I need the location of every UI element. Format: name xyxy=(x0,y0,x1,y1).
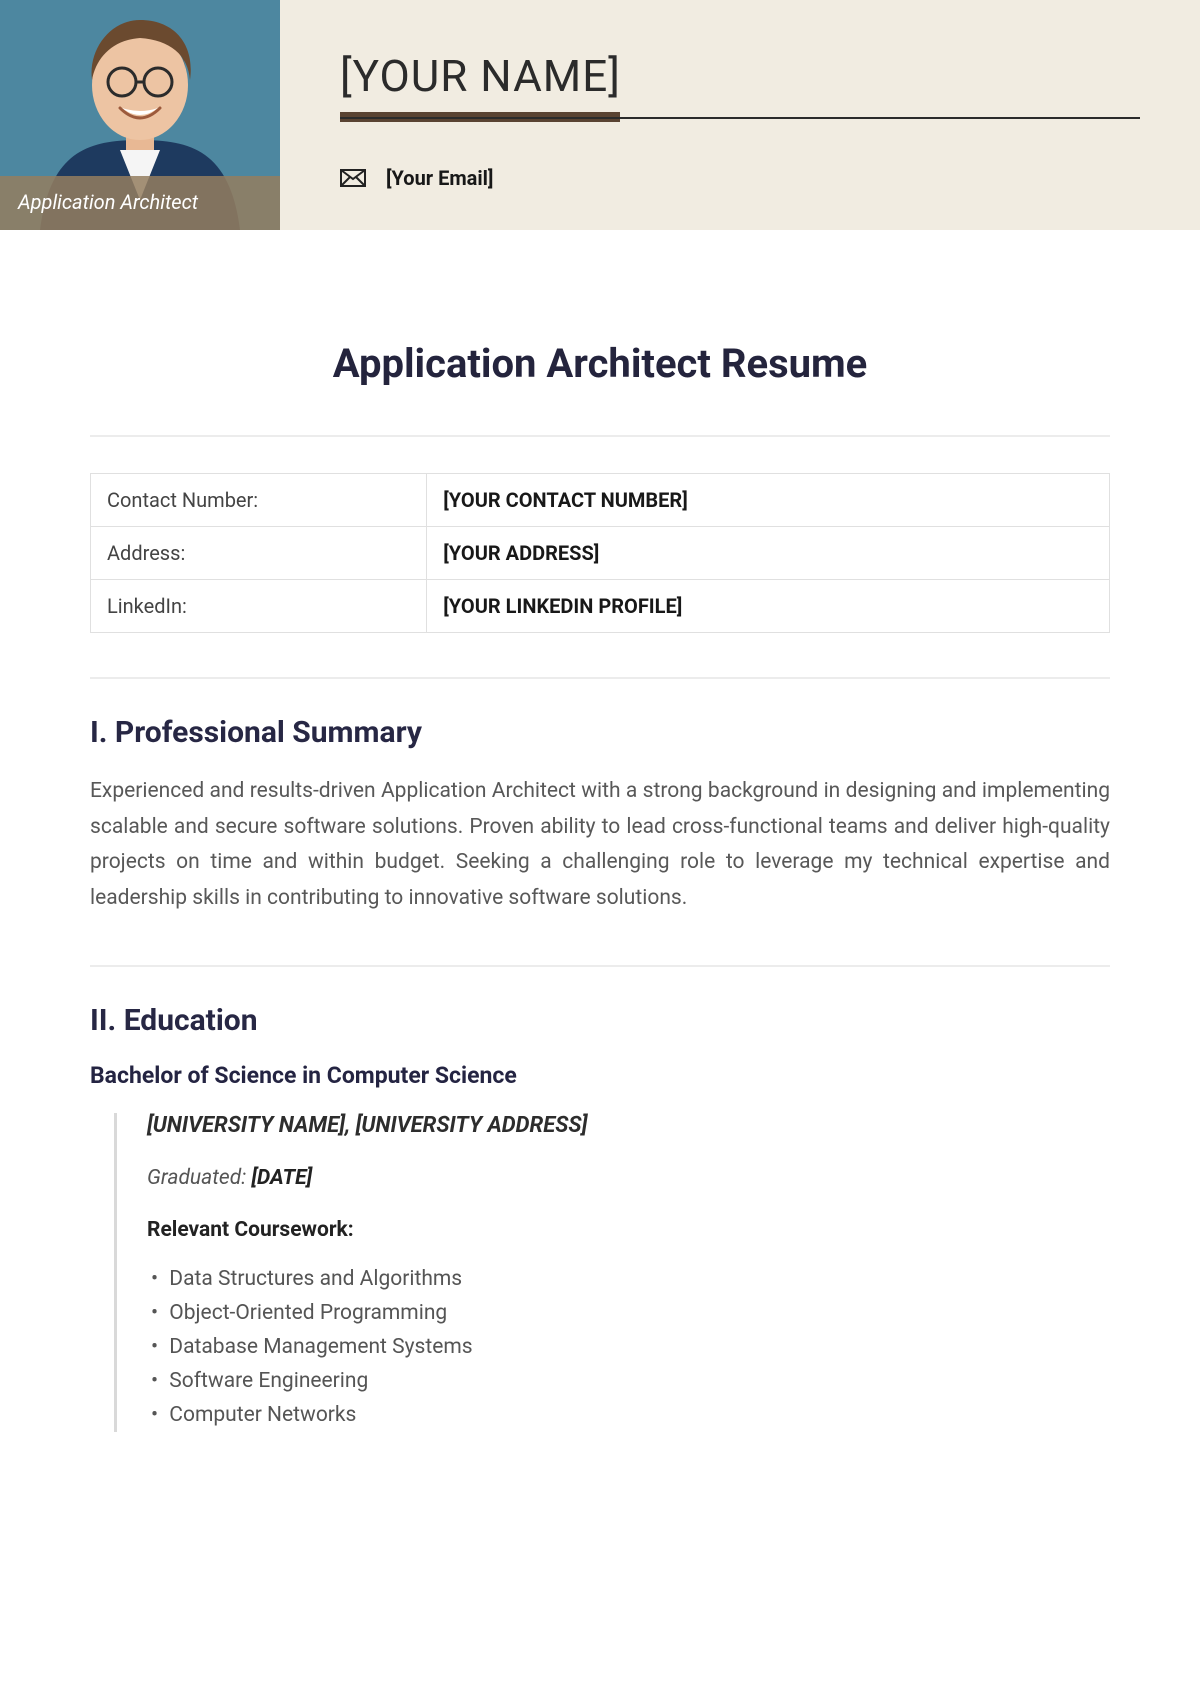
job-title-overlay: Application Architect xyxy=(0,176,280,230)
list-item: Software Engineering xyxy=(151,1364,1110,1398)
graduated-value: [DATE] xyxy=(251,1166,312,1190)
section-heading-education: II. Education xyxy=(90,1003,1110,1038)
table-row: LinkedIn: [YOUR LINKEDIN PROFILE] xyxy=(91,580,1110,633)
graduated-line: Graduated: [DATE] xyxy=(147,1166,1110,1190)
list-item: Data Structures and Algorithms xyxy=(151,1262,1110,1296)
document-title: Application Architect Resume xyxy=(90,340,1110,387)
graduated-label: Graduated: xyxy=(147,1166,251,1190)
divider xyxy=(90,435,1110,437)
info-label: LinkedIn: xyxy=(91,580,427,633)
document-body: Application Architect Resume Contact Num… xyxy=(0,230,1200,1432)
email-row: [Your Email] xyxy=(340,166,1140,190)
info-label: Address: xyxy=(91,527,427,580)
table-row: Contact Number: [YOUR CONTACT NUMBER] xyxy=(91,474,1110,527)
info-value: [YOUR CONTACT NUMBER] xyxy=(427,474,1110,527)
divider xyxy=(90,965,1110,967)
info-value: [YOUR ADDRESS] xyxy=(427,527,1110,580)
university-line: [UNIVERSITY NAME], [UNIVERSITY ADDRESS] xyxy=(147,1113,1110,1138)
info-label: Contact Number: xyxy=(91,474,427,527)
degree-title: Bachelor of Science in Computer Science xyxy=(90,1062,1110,1089)
education-detail-block: [UNIVERSITY NAME], [UNIVERSITY ADDRESS] … xyxy=(114,1113,1110,1432)
coursework-list: Data Structures and Algorithms Object-Or… xyxy=(147,1262,1110,1432)
coursework-label: Relevant Coursework: xyxy=(147,1218,1110,1242)
name-placeholder: [YOUR NAME] xyxy=(340,50,1140,102)
list-item: Database Management Systems xyxy=(151,1330,1110,1364)
info-value: [YOUR LINKEDIN PROFILE] xyxy=(427,580,1110,633)
table-row: Address: [YOUR ADDRESS] xyxy=(91,527,1110,580)
header-band: Application Architect [YOUR NAME] [Your … xyxy=(0,0,1200,230)
divider xyxy=(90,677,1110,679)
mail-icon xyxy=(340,169,366,187)
profile-photo-column: Application Architect xyxy=(0,0,280,230)
list-item: Object-Oriented Programming xyxy=(151,1296,1110,1330)
name-underline xyxy=(340,112,1140,122)
list-item: Computer Networks xyxy=(151,1398,1110,1432)
section-heading-summary: I. Professional Summary xyxy=(90,715,1110,750)
email-placeholder: [Your Email] xyxy=(386,166,493,190)
summary-paragraph: Experienced and results-driven Applicati… xyxy=(90,774,1110,917)
header-main: [YOUR NAME] [Your Email] xyxy=(280,0,1200,230)
contact-info-table: Contact Number: [YOUR CONTACT NUMBER] Ad… xyxy=(90,473,1110,633)
